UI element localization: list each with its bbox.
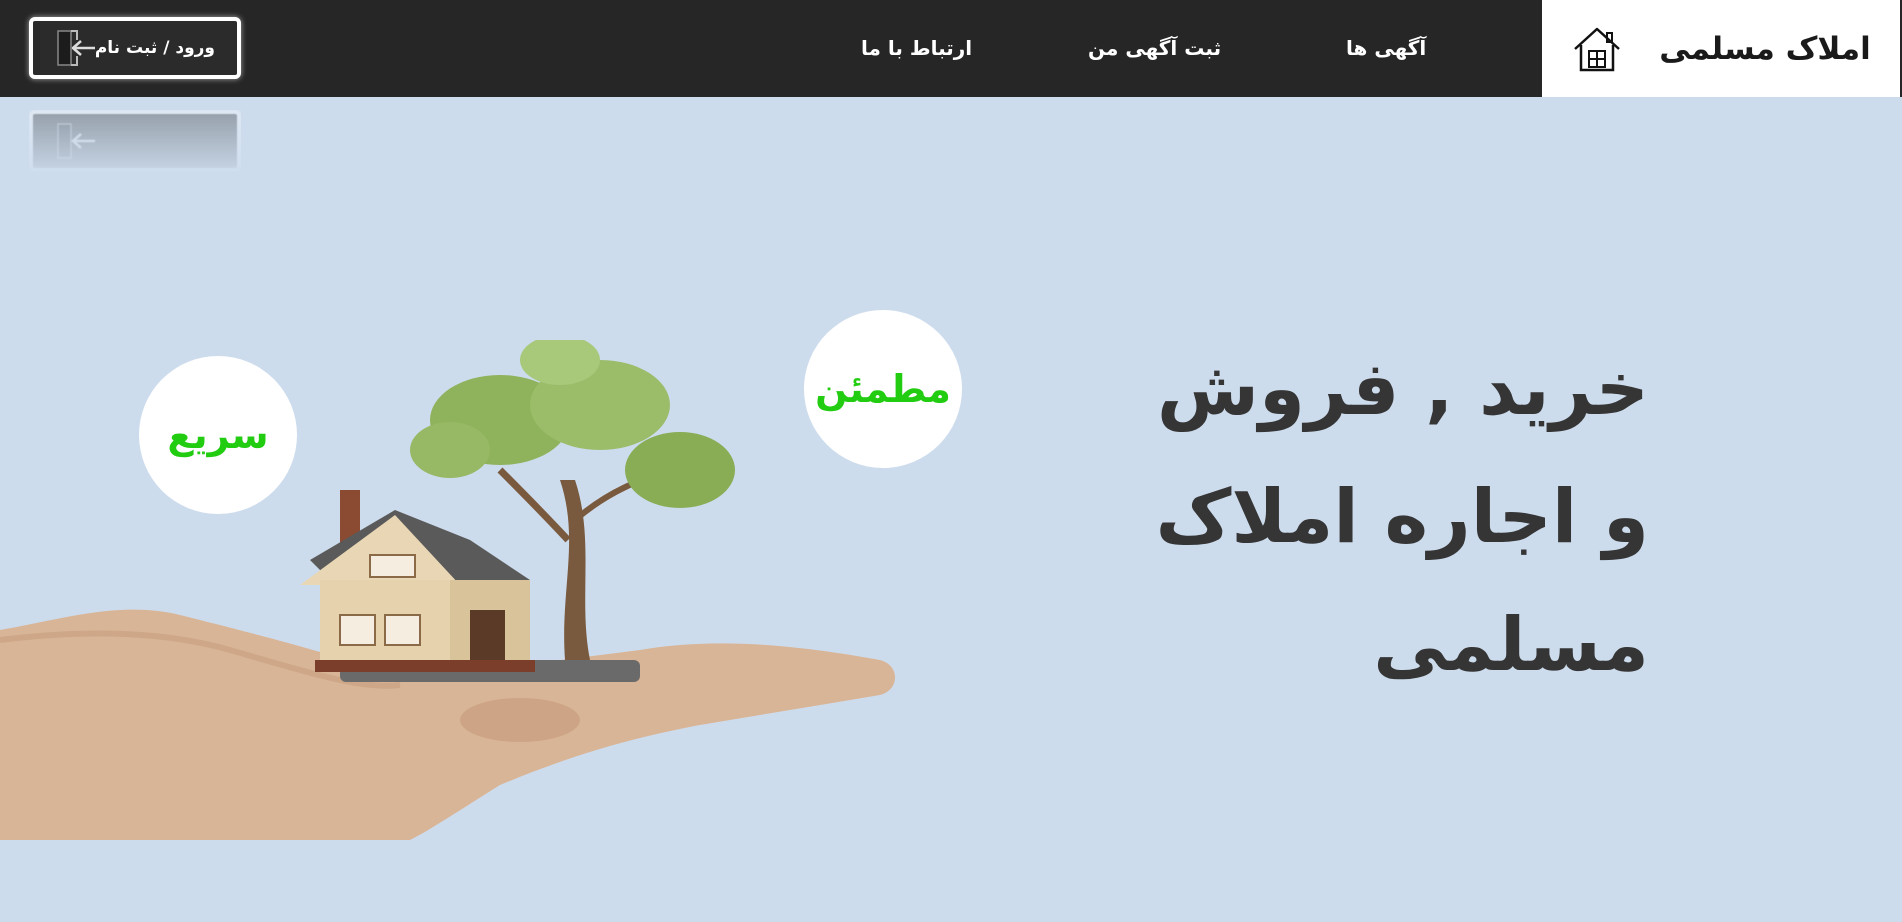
nav-contact[interactable]: ارتباط با ما	[861, 36, 972, 60]
hero-title-line-2: و اجاره املاک	[1155, 474, 1649, 560]
tree-trunk	[560, 480, 590, 660]
brand-logo[interactable]: املاک مسلمی	[1542, 0, 1900, 97]
login-door-icon	[57, 123, 95, 159]
house-icon	[1574, 27, 1621, 71]
house-model	[300, 490, 535, 672]
hero-title-line-1: خرید , فروش	[1156, 346, 1649, 432]
hero-title: خرید , فروش و اجاره املاک مسلمی	[1129, 325, 1649, 709]
nav-ads[interactable]: آگهی ها	[1346, 36, 1426, 60]
login-button-reflection-box	[29, 110, 241, 172]
nav-post-ad[interactable]: ثبت آگهی من	[1088, 36, 1221, 60]
brand-title: املاک مسلمی	[1659, 30, 1871, 67]
hero-hand-house-image	[0, 340, 895, 840]
login-door-icon	[57, 30, 95, 66]
login-button-reflection	[29, 110, 241, 172]
hero-title-line-3: مسلمی	[1373, 602, 1649, 688]
login-register-label: ورود / ثبت نام	[94, 38, 215, 58]
login-register-button[interactable]: ورود / ثبت نام	[29, 17, 241, 79]
top-navbar: املاک مسلمی آگهی ها ثبت آگهی من ارتباط ب…	[0, 0, 1902, 97]
